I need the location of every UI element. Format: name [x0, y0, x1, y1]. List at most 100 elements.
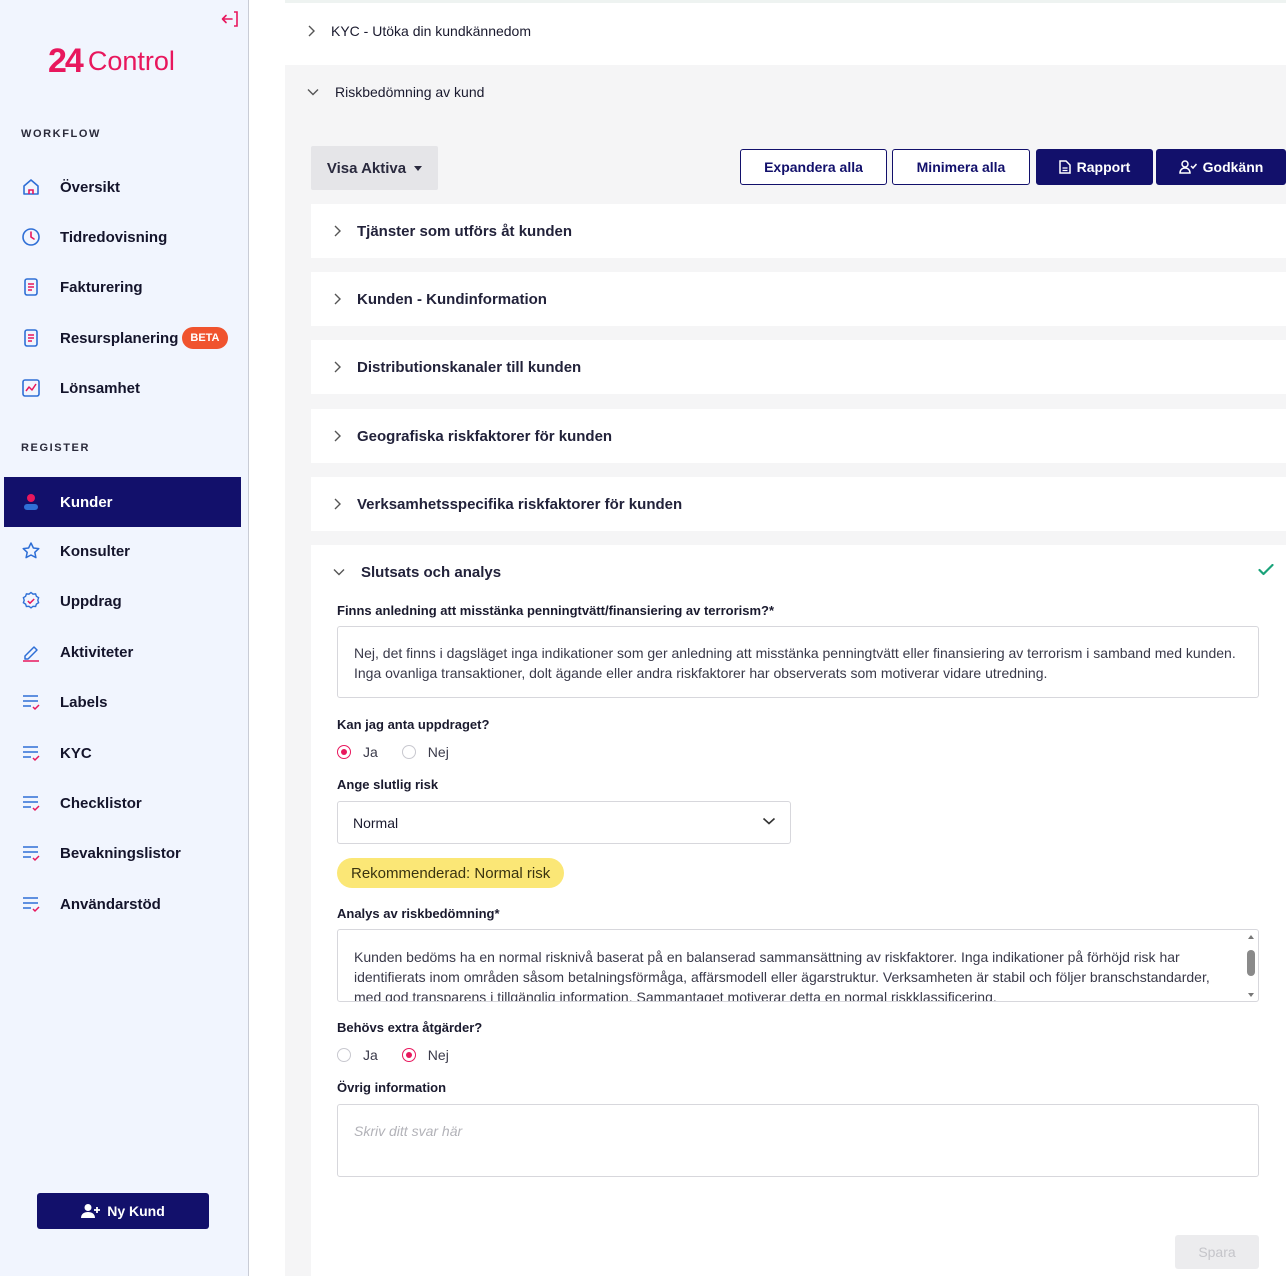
app-logo[interactable]: 24 Control — [48, 44, 175, 78]
document-icon — [20, 276, 42, 298]
new-customer-label: Ny Kund — [107, 1203, 165, 1219]
chevron-right-icon — [334, 293, 341, 305]
other-info-textarea[interactable]: Skriv ditt svar här — [337, 1104, 1259, 1177]
chevron-right-icon — [334, 430, 341, 442]
sidebar-item-aktiviteter[interactable]: Aktiviteter — [4, 627, 241, 677]
accordion-conclusion[interactable]: Slutsats och analys — [311, 545, 1286, 599]
accordion-kyc[interactable]: KYC - Utöka din kundkännedom — [285, 3, 1286, 58]
sidebar-item-labels[interactable]: Labels — [4, 677, 241, 727]
sidebar-item-label: Bevakningslistor — [60, 844, 181, 862]
sidebar-item-uppdrag[interactable]: Uppdrag — [4, 576, 241, 626]
sidebar-item-kunder[interactable]: Kunder — [4, 477, 241, 527]
chevron-right-icon — [334, 498, 341, 510]
sidebar-item-label: Resursplanering — [60, 329, 179, 347]
sidebar-item-bevakningslistor[interactable]: Bevakningslistor — [4, 828, 241, 878]
approve-label: Godkänn — [1202, 159, 1264, 175]
sidebar-item-label: Lönsamhet — [60, 379, 141, 397]
chevron-right-icon — [334, 361, 341, 373]
sidebar-item-anvandarstod[interactable]: Användarstöd — [4, 879, 241, 929]
suspicion-text: Nej, det finns i dagsläget inga indikati… — [354, 645, 1236, 681]
radio-label: Nej — [427, 744, 449, 760]
checkmark-icon — [1258, 564, 1274, 576]
scrollbar-thumb[interactable] — [1247, 950, 1255, 976]
risk-select[interactable]: Normal — [337, 801, 791, 844]
accept-radio-group: Ja Nej — [337, 744, 473, 760]
expand-all-button[interactable]: Expandera alla — [740, 149, 887, 185]
chevron-right-icon — [334, 225, 341, 237]
radio-label: Ja — [363, 744, 378, 760]
clock-icon — [20, 226, 42, 248]
analysis-textarea[interactable]: Kunden bedöms ha en normal risknivå base… — [337, 929, 1259, 1002]
accordion-title: Geografiska riskfaktorer för kunden — [357, 427, 613, 445]
add-user-icon — [81, 1204, 101, 1218]
sidebar-item-lonsamhet[interactable]: Lönsamhet — [4, 363, 241, 413]
sidebar-item-kyc[interactable]: KYC — [4, 728, 241, 778]
collapse-sidebar-icon[interactable] — [220, 9, 240, 29]
expand-all-label: Expandera alla — [764, 159, 863, 175]
list-check-icon — [20, 792, 42, 814]
other-info-placeholder: Skriv ditt svar här — [354, 1123, 463, 1139]
sidebar-item-oversikt[interactable]: Översikt — [4, 162, 241, 212]
accordion-title: Verksamhetsspecifika riskfaktorer för ku… — [357, 495, 683, 513]
accordion-business[interactable]: Verksamhetsspecifika riskfaktorer för ku… — [311, 477, 1286, 531]
scroll-up-icon[interactable] — [1247, 934, 1255, 940]
section-label-register: REGISTER — [21, 442, 91, 454]
sidebar-item-tidredovisning[interactable]: Tidredovisning — [4, 212, 241, 262]
pencil-icon — [20, 641, 42, 663]
sidebar-item-label: Översikt — [60, 178, 121, 196]
logo-text: Control — [87, 46, 175, 76]
new-customer-button[interactable]: Ny Kund — [37, 1193, 209, 1229]
question-label: Finns anledning att misstänka penningtvä… — [337, 603, 775, 618]
document-icon — [20, 327, 42, 349]
scrollbar[interactable] — [1247, 934, 1255, 998]
caret-down-icon — [414, 165, 423, 171]
list-check-icon — [20, 842, 42, 864]
user-check-icon — [1178, 160, 1197, 174]
sidebar-item-label: Checklistor — [60, 794, 142, 812]
report-button[interactable]: Rapport — [1036, 149, 1153, 185]
sidebar-item-label: KYC — [60, 744, 92, 762]
conclusion-panel: Slutsats och analys Finns anledning att … — [311, 545, 1286, 1276]
chevron-down-icon — [762, 817, 776, 825]
logo-mark: 24 — [48, 42, 84, 80]
visa-aktiva-label: Visa Aktiva — [326, 159, 407, 177]
sidebar: 24 Control WORKFLOW Översikt Tidredovisn… — [0, 0, 249, 1276]
radio-nej[interactable] — [401, 745, 416, 759]
accordion-customer-info[interactable]: Kunden - Kundinformation — [311, 272, 1286, 326]
sidebar-item-label: Tidredovisning — [60, 228, 168, 246]
approve-button[interactable]: Godkänn — [1156, 149, 1286, 185]
sidebar-item-resursplanering[interactable]: Resursplanering BETA — [4, 313, 241, 363]
question-label: Övrig information — [337, 1080, 447, 1095]
suspicion-textarea[interactable]: Nej, det finns i dagsläget inga indikati… — [337, 626, 1259, 698]
radio-nej[interactable] — [401, 1048, 416, 1062]
save-button[interactable]: Spara — [1175, 1235, 1259, 1269]
radio-ja[interactable] — [337, 745, 351, 759]
radio-ja[interactable] — [337, 1048, 351, 1062]
chevron-right-icon — [308, 25, 315, 36]
risk-select-value: Normal — [353, 814, 399, 831]
accordion-geographic[interactable]: Geografiska riskfaktorer för kunden — [311, 409, 1286, 463]
minimize-all-button[interactable]: Minimera alla — [892, 149, 1030, 185]
recommendation-text: Rekommenderad: Normal risk — [351, 864, 551, 882]
home-icon — [20, 176, 42, 198]
question-label: Behövs extra åtgärder? — [337, 1020, 483, 1035]
list-check-icon — [20, 691, 42, 713]
save-label: Spara — [1198, 1244, 1236, 1260]
scroll-down-icon[interactable] — [1247, 992, 1255, 998]
sidebar-item-label: Konsulter — [60, 542, 131, 560]
sidebar-item-label: Fakturering — [60, 278, 143, 296]
accordion-title: Slutsats och analys — [361, 563, 502, 581]
chevron-down-icon — [333, 569, 345, 576]
sidebar-item-fakturering[interactable]: Fakturering — [4, 262, 241, 312]
accordion-risk[interactable]: Riskbedömning av kund — [285, 65, 1286, 119]
question-label: Ange slutlig risk — [337, 777, 439, 792]
visa-aktiva-dropdown[interactable]: Visa Aktiva — [311, 146, 438, 190]
radio-label: Ja — [363, 1047, 378, 1063]
sidebar-item-konsulter[interactable]: Konsulter — [4, 526, 241, 576]
accordion-distribution[interactable]: Distributionskanaler till kunden — [311, 340, 1286, 394]
sidebar-item-checklistor[interactable]: Checklistor — [4, 778, 241, 828]
accordion-services[interactable]: Tjänster som utförs åt kunden — [311, 204, 1286, 258]
accordion-title: Kunden - Kundinformation — [357, 290, 547, 308]
question-label: Kan jag anta uppdraget? — [337, 717, 490, 732]
section-label-workflow: WORKFLOW — [21, 128, 102, 140]
